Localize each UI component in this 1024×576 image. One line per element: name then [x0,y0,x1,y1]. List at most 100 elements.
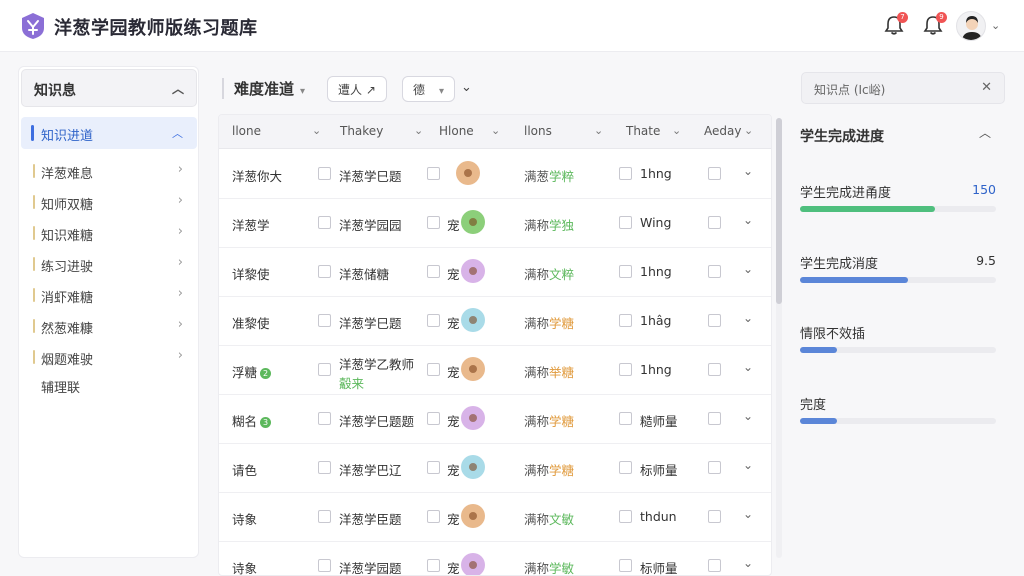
row-checkbox[interactable] [708,461,721,474]
row-value: 标师量 [640,463,678,478]
table-row[interactable]: 诗象 洋葱学臣题 宠 满称文敏 thdun ⌄ [219,493,771,542]
row-checkbox[interactable] [708,363,721,376]
sidebar-item[interactable]: 知识难糖 › [29,219,197,247]
row-expand-chevron-icon[interactable]: ⌄ [743,556,753,570]
row-checkbox[interactable] [427,314,440,327]
column-header[interactable]: Thate ⌄ [626,124,681,138]
sidebar-item[interactable]: 消虾难糖 › [29,281,197,309]
sidebar-item-active[interactable]: 知识进道 ︿ [21,117,197,149]
chevron-right-icon: › [177,162,183,177]
row-checkbox[interactable] [708,265,721,278]
row-tag: 宠 [447,267,460,282]
row-checkbox[interactable] [708,559,721,572]
row-expand-chevron-icon[interactable]: ⌄ [743,213,753,227]
row-checkbox[interactable] [619,216,632,229]
table-row[interactable]: 准黎使 洋葱学巳题 宠 满称学糖 1hâg ⌄ [219,297,771,346]
notification-bell-icon[interactable]: 7 [883,12,908,38]
row-tag: 宠 [447,218,460,233]
row-checkbox[interactable] [619,510,632,523]
column-header[interactable]: llons ⌄ [524,124,603,138]
chevron-right-icon: › [177,286,183,301]
row-checkbox[interactable] [427,559,440,572]
sidebar-item-label: 烟题难驶 [41,353,94,368]
row-checkbox[interactable] [619,167,632,180]
difficulty-dropdown[interactable]: 难度准道 ▾ [222,78,305,99]
row-checkbox[interactable] [318,167,331,180]
close-icon[interactable]: ✕ [981,80,992,95]
table-row[interactable]: 详黎使 洋葱储糖 宠 满称文粹 1hng ⌄ [219,248,771,297]
row-expand-chevron-icon[interactable]: ⌄ [743,262,753,276]
column-header[interactable]: llone ⌄ [232,124,321,138]
row-checkbox[interactable] [619,461,632,474]
row-checkbox[interactable] [427,216,440,229]
row-value: thdun [640,509,677,524]
row-checkbox[interactable] [318,412,331,425]
chevron-right-icon: › [177,348,183,363]
row-checkbox[interactable] [708,167,721,180]
row-checkbox[interactable] [708,216,721,229]
sidebar-item-label: 知识难糖 [41,229,94,244]
row-expand-chevron-icon[interactable]: ⌄ [743,409,753,423]
row-checkbox[interactable] [318,265,331,278]
column-header-label: Thakey [340,124,384,138]
row-value: 1hng [640,362,672,377]
column-header-label: llone [232,124,261,138]
row-question: 洋葱学巳题 [339,313,402,332]
table-row[interactable]: 请色 洋葱学巴辽 宠 满称学糖 标师量 ⌄ [219,444,771,493]
row-expand-chevron-icon[interactable]: ⌄ [743,164,753,178]
row-checkbox[interactable] [318,510,331,523]
row-checkbox[interactable] [708,314,721,327]
column-header[interactable]: Aeday ⌄ [704,124,753,138]
table-row[interactable]: 洋葱你大 洋葱学巳题 满葱学粹 1hng ⌄ [219,150,771,199]
row-checkbox[interactable] [619,314,632,327]
table-row[interactable]: 洋葱学 洋葱学园园 宠 满称学独 Wing ⌄ [219,199,771,248]
row-checkbox[interactable] [318,314,331,327]
chevron-down-icon[interactable]: ⌄ [461,80,472,95]
row-name: 洋葱你大 [232,166,282,185]
sidebar-item[interactable]: 洋葱难息 › [29,157,197,185]
row-checkbox[interactable] [427,412,440,425]
row-checkbox[interactable] [619,265,632,278]
row-checkbox[interactable] [427,510,440,523]
filter-chip[interactable]: 遭人 ↗ [327,76,387,102]
row-checkbox[interactable] [318,461,331,474]
table-scrollbar-thumb[interactable] [776,118,782,304]
table-row[interactable]: 浮糖 2 洋葱学乙教师 觳来 宠 满称举糖 1hng ⌄ [219,346,771,395]
sidebar-item[interactable]: 知师双糖 › [29,188,197,216]
column-header[interactable]: Thakey ⌄ [340,124,423,138]
knowledge-filter-tag[interactable]: 知识点 (Ic峪) ✕ [801,72,1005,104]
table-row[interactable]: 诗象 洋葱学园题 宠 满称学敏 标师量 ⌄ [219,542,771,575]
row-value: 1hng [640,166,672,181]
sidebar-header[interactable]: 知识息 ︿ [21,69,197,107]
row-expand-chevron-icon[interactable]: ⌄ [743,507,753,521]
sidebar-item[interactable]: 然葱难糠 › [29,312,197,340]
row-expand-chevron-icon[interactable]: ⌄ [743,458,753,472]
sidebar-item[interactable]: 烟题难驶 › [29,343,197,371]
row-checkbox[interactable] [427,265,440,278]
row-checkbox[interactable] [708,510,721,523]
row-checkbox[interactable] [427,461,440,474]
sidebar-title: 知识息 [34,83,76,99]
row-checkbox[interactable] [619,412,632,425]
row-question-text: 洋葱储糖 [339,267,390,282]
row-checkbox[interactable] [708,412,721,425]
row-expand-chevron-icon[interactable]: ⌄ [743,360,753,374]
sidebar-item-plain[interactable]: 辅理联 [41,377,80,396]
column-header[interactable]: Hlone ⌄ [439,124,500,138]
user-avatar[interactable] [956,11,986,41]
row-checkbox[interactable] [619,363,632,376]
filter-select[interactable]: 德 ▾ [402,76,456,102]
row-checkbox[interactable] [427,363,440,376]
row-checkbox[interactable] [619,559,632,572]
table-row[interactable]: 糊名 3 洋葱学巳题题 宠 满称学糖 糙师量 ⌄ [219,395,771,444]
user-menu-chevron-icon[interactable]: ⌄ [991,19,1000,32]
sidebar-item[interactable]: 练习进驶 › [29,250,197,278]
alert-bell-icon[interactable]: 9 [922,12,947,38]
row-checkbox[interactable] [318,559,331,572]
row-checkbox[interactable] [427,167,440,180]
row-checkbox[interactable] [318,363,331,376]
row-checkbox[interactable] [318,216,331,229]
row-status-prefix: 满称 [524,218,550,233]
chevron-up-icon[interactable]: ︿ [979,124,991,141]
row-expand-chevron-icon[interactable]: ⌄ [743,311,753,325]
